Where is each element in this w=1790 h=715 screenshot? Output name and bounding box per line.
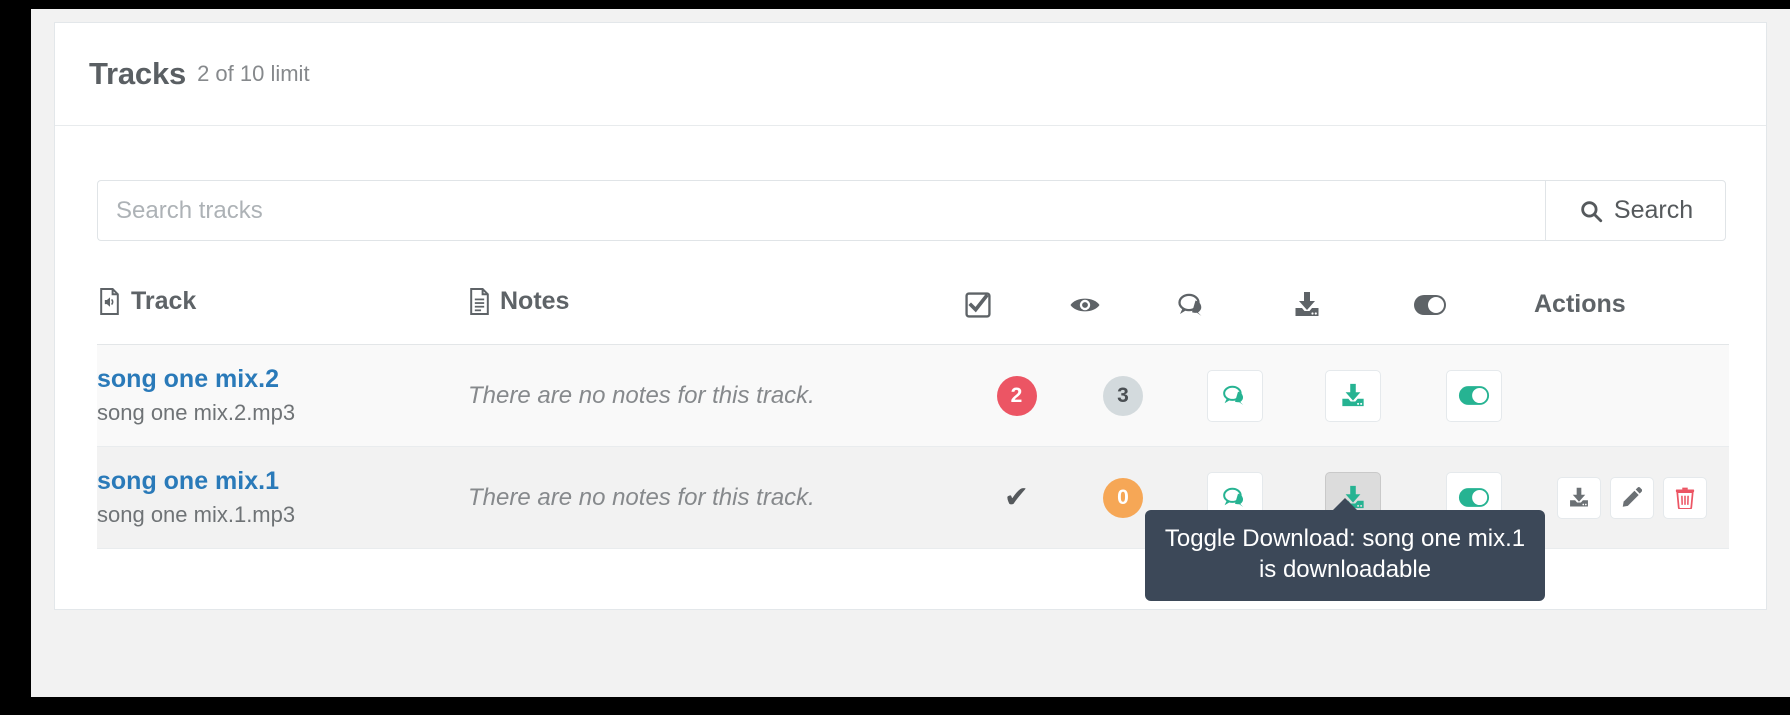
cell-actions — [1534, 446, 1729, 549]
check-square-icon — [964, 291, 1069, 319]
cell-notes: There are no notes for this track. — [468, 344, 964, 447]
track-link[interactable]: song one mix.2 — [97, 365, 468, 394]
toggle-on-icon — [1413, 294, 1534, 316]
cell-comments — [1177, 344, 1293, 447]
cell-notes: There are no notes for this track. — [468, 446, 964, 549]
notes-text: There are no notes for this track. — [468, 381, 815, 409]
page-title: Tracks — [89, 56, 187, 91]
toggle-button[interactable] — [1445, 369, 1502, 422]
card-header: Tracks 2 of 10 limit — [55, 23, 1766, 126]
cell-toggle — [1413, 344, 1534, 447]
search-icon — [1578, 198, 1604, 224]
column-header-track: Track — [97, 287, 468, 345]
tracks-card: Tracks 2 of 10 limit Search tracks Searc… — [54, 22, 1767, 610]
cell-approved: 2 — [964, 344, 1069, 447]
edit-action-button[interactable] — [1609, 476, 1654, 519]
delete-action-button[interactable] — [1662, 476, 1707, 519]
search-bar: Search — [97, 180, 1726, 241]
download-button[interactable] — [1325, 369, 1381, 422]
tooltip: Toggle Download: song one mix.1 is downl… — [1145, 497, 1545, 602]
comments-button[interactable] — [1207, 369, 1263, 422]
cell-track: song one mix.2 song one mix.2.mp3 — [97, 344, 468, 447]
download-icon — [1340, 383, 1366, 408]
download-action-button[interactable] — [1556, 476, 1601, 519]
cell-approved: ✔ — [964, 446, 1069, 549]
comments-icon — [1222, 486, 1248, 509]
audio-file-icon — [97, 288, 122, 315]
track-link[interactable]: song one mix.1 — [97, 467, 468, 496]
file-lines-icon — [468, 288, 491, 315]
page-frame: Tracks 2 of 10 limit Search tracks Searc… — [0, 0, 1790, 715]
views-badge: 3 — [1103, 375, 1143, 416]
eye-icon — [1069, 293, 1177, 317]
trash-icon — [1675, 487, 1695, 509]
download-icon — [1568, 487, 1590, 508]
cell-views: 3 — [1069, 344, 1177, 447]
search-button[interactable]: Search — [1545, 180, 1726, 241]
track-filename: song one mix.1.mp3 — [97, 502, 296, 528]
cell-download — [1293, 344, 1413, 447]
track-limit-label: 2 of 10 limit — [197, 61, 310, 86]
cell-actions — [1534, 344, 1729, 447]
column-header-comments — [1177, 287, 1293, 345]
column-header-actions: Actions — [1534, 287, 1729, 345]
toggle-on-icon — [1458, 385, 1490, 406]
column-header-download — [1293, 287, 1413, 345]
toggle-on-icon — [1458, 487, 1490, 508]
page-background: Tracks 2 of 10 limit Search tracks Searc… — [31, 9, 1790, 697]
comments-icon — [1177, 292, 1293, 318]
table-row: song one mix.2 song one mix.2.mp3 There … — [97, 344, 1729, 447]
cell-track: song one mix.1 song one mix.1.mp3 — [97, 446, 468, 549]
tooltip-line-2: is downloadable — [1258, 555, 1432, 583]
column-header-notes: Notes — [468, 287, 964, 345]
track-filename: song one mix.2.mp3 — [97, 400, 296, 426]
search-input[interactable] — [97, 180, 1545, 241]
tooltip-line-1: Toggle Download: song one mix.1 — [1164, 525, 1526, 552]
pencil-icon — [1621, 487, 1642, 508]
column-header-toggle — [1413, 287, 1534, 345]
views-badge: 0 — [1103, 477, 1143, 518]
check-icon: ✔ — [1003, 480, 1030, 514]
comments-icon — [1222, 384, 1248, 407]
row-actions — [1556, 476, 1707, 519]
column-header-approved — [964, 287, 1069, 345]
status-badge: 2 — [996, 375, 1037, 416]
column-header-notes-label: Notes — [500, 287, 570, 315]
download-icon — [1293, 291, 1413, 318]
column-header-track-label: Track — [131, 287, 197, 315]
table-header-row: Track Notes Actions — [97, 287, 1729, 345]
search-button-label: Search — [1613, 196, 1694, 224]
notes-text: There are no notes for this track. — [468, 483, 815, 511]
column-header-views — [1069, 287, 1177, 345]
